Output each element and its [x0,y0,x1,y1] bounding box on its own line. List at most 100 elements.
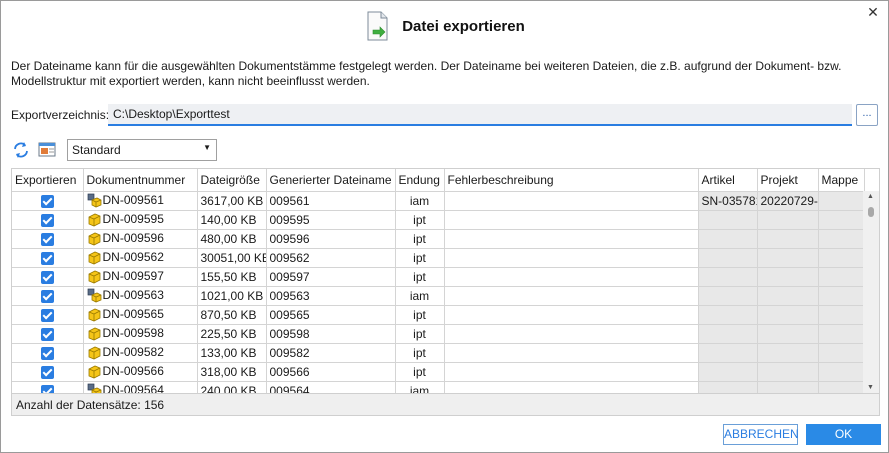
table-row[interactable]: DN-009564 240,00 KB 009564 iam [12,381,865,394]
generated-filename-cell[interactable]: 009564 [266,381,396,393]
article-cell [698,362,758,382]
generated-filename-cell[interactable]: 009565 [266,305,396,325]
column-header-document-number[interactable]: Dokumentnummer [83,169,198,192]
project-cell [757,343,819,363]
column-header-generated-filename[interactable]: Generierter Dateiname [266,169,396,192]
dialog-description: Der Dateiname kann für die ausgewählten … [11,59,842,88]
cancel-button[interactable]: ABBRECHEN [723,424,799,445]
part-icon [87,250,102,265]
table-row[interactable]: DN-009596 480,00 KB 009596 ipt [12,229,865,249]
part-icon [87,269,102,284]
generated-filename-cell[interactable]: 009582 [266,343,396,363]
record-count: Anzahl der Datensätze: 156 [11,394,880,416]
export-checkbox[interactable] [40,251,54,265]
view-select[interactable]: Standard ▼ [67,139,217,161]
table-row[interactable]: DN-009597 155,50 KB 009597 ipt [12,267,865,287]
document-number-cell: DN-009595 [83,210,198,230]
generated-filename-cell[interactable]: 009566 [266,362,396,382]
export-directory-input[interactable]: C:\Desktop\Exporttest [108,104,852,126]
document-number-cell: DN-009598 [83,324,198,344]
column-header-article[interactable]: Artikel [698,169,758,192]
generated-filename-cell[interactable]: 009562 [266,248,396,268]
table-row[interactable]: DN-009582 133,00 KB 009582 ipt [12,343,865,363]
export-checkbox[interactable] [40,365,54,379]
table-row[interactable]: DN-009563 1021,00 KB 009563 iam [12,286,865,306]
folder-cell [818,286,865,306]
ok-button[interactable]: OK [806,424,881,445]
export-checkbox[interactable] [40,270,54,284]
folder-cell [818,362,865,382]
export-checkbox[interactable] [40,194,54,208]
scroll-down-icon[interactable]: ▼ [867,384,874,391]
article-cell: SN-035781 [698,191,758,211]
browse-button[interactable]: ... [856,104,878,126]
export-directory-row: Exportverzeichnis: C:\Desktop\Exporttest… [11,104,879,126]
folder-cell [818,191,865,211]
project-cell [757,324,819,344]
document-number: DN-009598 [102,325,164,340]
table-body: DN-009561 3617,00 KB 009561 iam SN-035781 202… [12,191,865,394]
table-row[interactable]: DN-009562 30051,00 KB 009562 ipt [12,248,865,268]
project-cell [757,362,819,382]
table-header-row: Exportieren Dokumentnummer Dateigröße Ge… [12,169,865,192]
error-description-cell [444,381,699,393]
export-cell [12,381,84,393]
scroll-up-icon[interactable]: ▲ [867,193,874,200]
article-cell [698,305,758,325]
export-cell [12,286,84,306]
part-icon [87,307,102,322]
part-icon [87,326,102,341]
column-header-export[interactable]: Exportieren [12,169,84,192]
table-row[interactable]: DN-009595 140,00 KB 009595 ipt [12,210,865,230]
export-cell [12,324,84,344]
export-cell [12,362,84,382]
generated-filename-cell[interactable]: 009598 [266,324,396,344]
export-cell [12,248,84,268]
folder-cell [818,305,865,325]
export-checkbox[interactable] [40,213,54,227]
document-number-cell: DN-009582 [83,343,198,363]
document-number-cell: DN-009597 [83,267,198,287]
grid-layout-icon[interactable] [37,140,57,160]
dialog-header: Datei exportieren [1,7,889,45]
export-checkbox[interactable] [40,289,54,303]
export-checkbox[interactable] [40,308,54,322]
extension-cell: iam [395,286,445,306]
column-header-extension[interactable]: Endung [395,169,445,192]
scrollbar-thumb[interactable] [868,207,874,217]
document-number: DN-009595 [102,211,164,226]
export-cell [12,305,84,325]
export-checkbox[interactable] [40,346,54,360]
table-row[interactable]: DN-009598 225,50 KB 009598 ipt [12,324,865,344]
document-number-cell: DN-009562 [83,248,198,268]
generated-filename-cell[interactable]: 009595 [266,210,396,230]
document-number-cell: DN-009564 [83,381,198,394]
export-checkbox[interactable] [40,327,54,341]
vertical-scrollbar[interactable]: ▲ ▼ [863,191,879,393]
column-header-project[interactable]: Projekt [757,169,819,192]
export-checkbox[interactable] [40,384,54,393]
document-number: DN-009564 [102,382,164,394]
document-number-cell: DN-009565 [83,305,198,325]
refresh-icon[interactable] [11,140,31,160]
table-row[interactable]: DN-009561 3617,00 KB 009561 iam SN-035781 202… [12,191,865,211]
column-header-error-description[interactable]: Fehlerbeschreibung [444,169,699,192]
project-cell [757,286,819,306]
generated-filename-cell[interactable]: 009563 [266,286,396,306]
dialog-title: Datei exportieren [402,17,525,35]
generated-filename-cell[interactable]: 009561 [266,191,396,211]
extension-cell: ipt [395,324,445,344]
extension-cell: ipt [395,343,445,363]
column-header-folder[interactable]: Mappe [818,169,865,192]
extension-cell: iam [395,191,445,211]
column-header-file-size[interactable]: Dateigröße [197,169,267,192]
file-size-cell: 1021,00 KB [197,286,267,306]
table-row[interactable]: DN-009565 870,50 KB 009565 ipt [12,305,865,325]
article-cell [698,267,758,287]
generated-filename-cell[interactable]: 009596 [266,229,396,249]
document-number-cell: DN-009561 [83,191,198,211]
generated-filename-cell[interactable]: 009597 [266,267,396,287]
file-size-cell: 318,00 KB [197,362,267,382]
table-row[interactable]: DN-009566 318,00 KB 009566 ipt [12,362,865,382]
export-checkbox[interactable] [40,232,54,246]
